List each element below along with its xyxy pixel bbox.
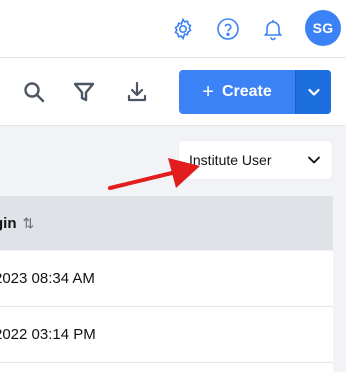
bell-icon[interactable] [259, 15, 287, 43]
sort-icon[interactable]: ⇅ [23, 215, 35, 232]
top-header: SG [0, 0, 346, 58]
search-icon[interactable] [20, 78, 48, 106]
create-dropdown-toggle[interactable] [295, 70, 331, 114]
user-type-select[interactable]: Institute User [179, 141, 332, 179]
create-button[interactable]: + Create [179, 70, 295, 114]
chevron-down-icon [308, 156, 320, 164]
last-login-cell: 2022 03:14 PM [0, 326, 96, 343]
column-header-last-login[interactable]: gin [0, 215, 17, 232]
create-label: Create [221, 83, 272, 100]
table-row[interactable]: 2023 08:34 AM [0, 251, 333, 307]
table-header: gin ⇅ [0, 196, 333, 250]
help-icon[interactable] [214, 15, 242, 43]
plus-icon: + [202, 81, 214, 103]
create-split-button: + Create [179, 70, 331, 114]
download-icon[interactable] [123, 78, 151, 106]
last-login-cell: 2023 08:34 AM [0, 270, 95, 287]
table-row[interactable] [0, 363, 333, 372]
table-row[interactable]: 2022 03:14 PM [0, 307, 333, 363]
filter-icon[interactable] [70, 78, 98, 106]
chevron-down-icon [307, 88, 320, 96]
list-toolbar: + Create [0, 58, 346, 126]
gear-icon[interactable] [169, 15, 197, 43]
avatar[interactable]: SG [305, 10, 341, 46]
user-type-select-value: Institute User [189, 152, 272, 168]
